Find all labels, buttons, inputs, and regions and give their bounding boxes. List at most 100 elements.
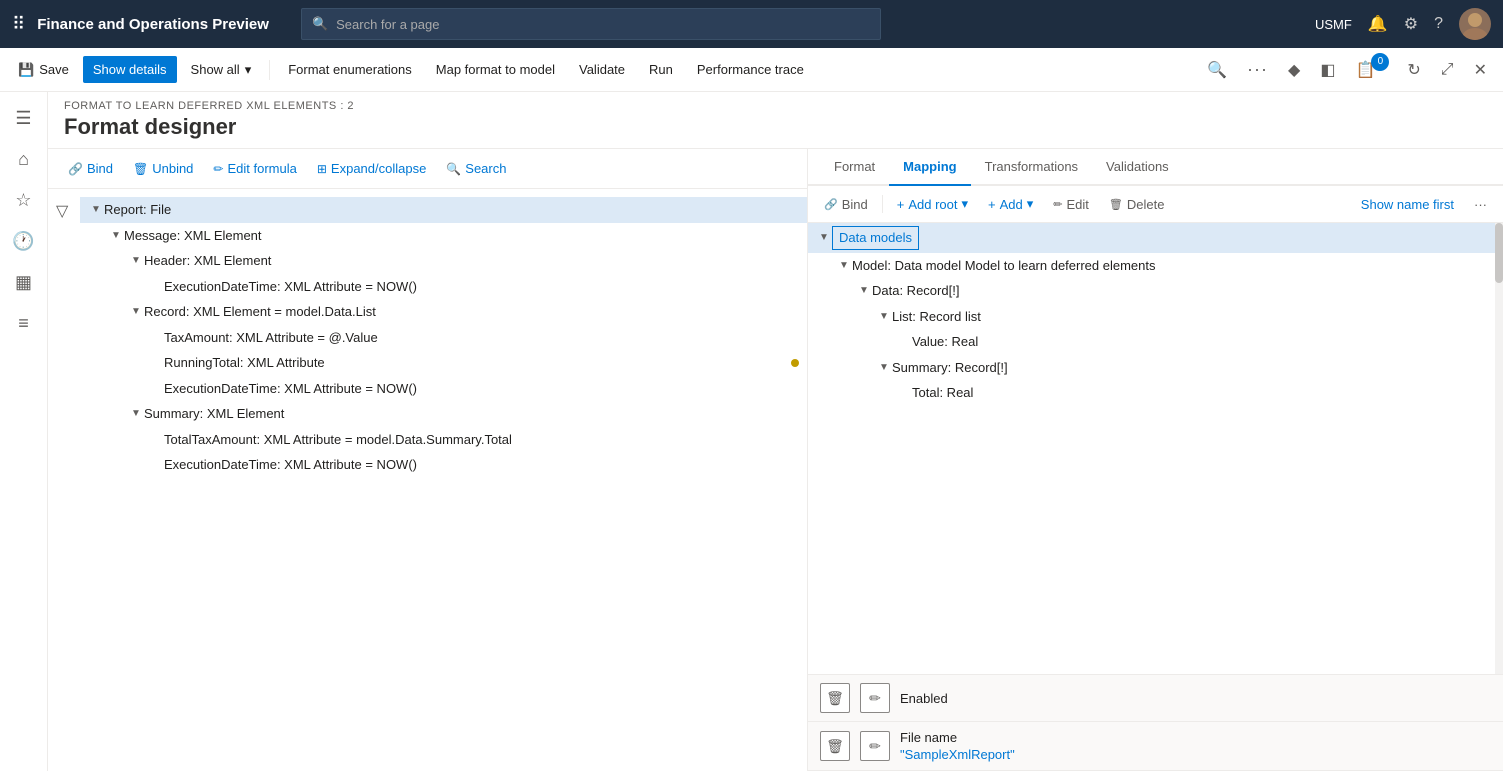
performance-trace-button[interactable]: Performance trace — [687, 56, 814, 83]
list-icon[interactable]: ≡ — [10, 305, 37, 342]
delete-button[interactable]: 🗑 Delete — [1101, 193, 1173, 216]
settings-icon[interactable]: ⚙ — [1404, 14, 1418, 34]
filter-icon[interactable]: ▽ — [48, 189, 80, 233]
scrollbar[interactable] — [1495, 223, 1503, 674]
add-button[interactable]: + Add ▾ — [980, 192, 1041, 216]
add-chevron: ▾ — [1027, 196, 1034, 212]
add-root-button[interactable]: + Add root ▾ — [889, 192, 976, 216]
tree-item[interactable]: ▼ Report: File — [80, 197, 807, 223]
mapping-panel: Format Mapping Transformations Validatio… — [808, 149, 1503, 771]
formula-icon: ✏ — [213, 162, 223, 176]
search-input[interactable] — [336, 17, 870, 32]
recent-icon[interactable]: 🕐 — [4, 223, 42, 260]
search-cmd-icon[interactable]: 🔍 — [1199, 54, 1235, 86]
hamburger-icon[interactable]: ☰ — [7, 100, 39, 137]
expander-icon: ▼ — [856, 283, 872, 298]
mapping-toolbar: 🔗 Bind + Add root ▾ + Add ▾ — [808, 186, 1503, 223]
command-bar: 💾 Save Show details Show all ▾ Format en… — [0, 48, 1503, 92]
mapping-more-button[interactable]: ··· — [1466, 193, 1495, 216]
show-details-button[interactable]: Show details — [83, 56, 177, 83]
mapping-tree-item[interactable]: ▶ Total: Real — [808, 380, 1503, 406]
expander-icon: ▼ — [816, 230, 832, 245]
badge-icon[interactable]: 📋 0 — [1347, 54, 1395, 86]
breadcrumb: FORMAT TO LEARN DEFERRED XML ELEMENTS : … — [64, 100, 1487, 112]
mapping-tree-item[interactable]: ▼ Summary: Record[!] — [808, 355, 1503, 381]
format-enumerations-button[interactable]: Format enumerations — [278, 56, 422, 83]
tree-item[interactable]: ▶ ExecutionDateTime: XML Attribute = NOW… — [80, 274, 807, 300]
fullscreen-icon[interactable]: ⤢ — [1433, 55, 1462, 85]
edit-icon: ✏ — [1053, 198, 1062, 211]
tree-item[interactable]: ▶ TaxAmount: XML Attribute = @.Value — [80, 325, 807, 351]
scrollbar-thumb[interactable] — [1495, 223, 1503, 283]
run-button[interactable]: Run — [639, 56, 683, 83]
prop-delete-icon-2[interactable]: 🗑 — [820, 731, 850, 761]
tree-item[interactable]: ▶ RunningTotal: XML Attribute — [80, 350, 807, 376]
home-icon[interactable]: ⌂ — [10, 141, 37, 178]
tab-transformations[interactable]: Transformations — [971, 149, 1092, 186]
tab-validations[interactable]: Validations — [1092, 149, 1183, 186]
mapping-link-icon: 🔗 — [824, 198, 838, 211]
unbind-button[interactable]: 🗑 Unbind — [125, 157, 201, 180]
tab-mapping[interactable]: Mapping — [889, 149, 970, 186]
expand-icon: ⊞ — [317, 162, 327, 176]
show-all-button[interactable]: Show all ▾ — [181, 56, 262, 84]
tree-item[interactable]: ▶ TotalTaxAmount: XML Attribute = model.… — [80, 427, 807, 453]
map-format-button[interactable]: Map format to model — [426, 56, 565, 83]
edit-mapping-button[interactable]: ✏ Edit — [1045, 193, 1097, 216]
tree-item[interactable]: ▼ Record: XML Element = model.Data.List — [80, 299, 807, 325]
search-format-button[interactable]: 🔍 Search — [438, 157, 514, 180]
edit-formula-button[interactable]: ✏ Edit formula — [205, 157, 304, 180]
notification-icon[interactable]: 🔔 — [1368, 14, 1388, 34]
binding-indicator — [791, 359, 799, 367]
show-name-first-button[interactable]: Show name first — [1353, 193, 1462, 216]
tab-format[interactable]: Format — [820, 149, 889, 186]
save-button[interactable]: 💾 Save — [8, 56, 79, 84]
expander-icon: ▼ — [876, 360, 892, 375]
expander-icon: ▼ — [128, 406, 144, 421]
top-nav-bar: ⠿ Finance and Operations Preview 🔍 USMF … — [0, 0, 1503, 48]
app-grid-icon[interactable]: ⠿ — [12, 14, 25, 35]
mapping-bind-button[interactable]: 🔗 Bind — [816, 193, 876, 216]
enabled-label: Enabled — [900, 691, 948, 706]
close-icon[interactable]: ✕ — [1466, 54, 1495, 86]
mapping-tree-item[interactable]: ▼ Data: Record[!] — [808, 278, 1503, 304]
expand-collapse-button[interactable]: ⊞ Expand/collapse — [309, 157, 434, 180]
top-nav-right: USMF 🔔 ⚙ ? — [1315, 8, 1491, 40]
search-icon: 🔍 — [312, 16, 328, 32]
tree-item[interactable]: ▼ Message: XML Element — [80, 223, 807, 249]
filename-label: File name — [900, 730, 1015, 745]
format-toolbar: 🔗 Bind 🗑 Unbind ✏ Edit formula ⊞ Expand/… — [48, 149, 807, 189]
favorites-icon[interactable]: ☆ — [7, 182, 39, 219]
mapping-tree-item[interactable]: ▼ List: Record list — [808, 304, 1503, 330]
filter-area: ▽ ▼ Report: File ▼ Message: XML Element … — [48, 189, 807, 771]
prop-delete-icon[interactable]: 🗑 — [820, 683, 850, 713]
more-options-icon[interactable]: ··· — [1239, 53, 1276, 86]
diamond-icon[interactable]: ◧ — [1312, 54, 1343, 86]
expander-icon: ▼ — [88, 202, 104, 217]
content-area: FORMAT TO LEARN DEFERRED XML ELEMENTS : … — [48, 92, 1503, 771]
add-root-chevron: ▾ — [961, 196, 968, 212]
validate-button[interactable]: Validate — [569, 56, 635, 83]
tree-item[interactable]: ▶ ExecutionDateTime: XML Attribute = NOW… — [80, 452, 807, 478]
pin-icon[interactable]: ◆ — [1280, 54, 1308, 86]
prop-edit-icon-2[interactable]: ✏ — [860, 731, 890, 761]
username-label: USMF — [1315, 17, 1352, 32]
mapping-tree-item[interactable]: ▶ Value: Real — [808, 329, 1503, 355]
refresh-icon[interactable]: ↻ — [1399, 54, 1428, 86]
plus-icon: + — [897, 197, 905, 212]
global-search-bar[interactable]: 🔍 — [301, 8, 881, 40]
tree-item[interactable]: ▼ Header: XML Element — [80, 248, 807, 274]
prop-edit-icon[interactable]: ✏ — [860, 683, 890, 713]
mapping-tree-item[interactable]: ▼ Data models — [808, 223, 1503, 253]
workspaces-icon[interactable]: ▦ — [7, 264, 40, 301]
search-format-icon: 🔍 — [446, 162, 461, 176]
mapping-tree-item[interactable]: ▼ Model: Data model Model to learn defer… — [808, 253, 1503, 279]
tree-item[interactable]: ▶ ExecutionDateTime: XML Attribute = NOW… — [80, 376, 807, 402]
add-plus-icon: + — [988, 197, 996, 212]
link-icon: 🔗 — [68, 162, 83, 176]
format-tree: ▼ Report: File ▼ Message: XML Element ▼ … — [80, 189, 807, 486]
bind-button[interactable]: 🔗 Bind — [60, 157, 121, 180]
tree-item[interactable]: ▼ Summary: XML Element — [80, 401, 807, 427]
avatar[interactable] — [1459, 8, 1491, 40]
help-icon[interactable]: ? — [1434, 15, 1443, 33]
